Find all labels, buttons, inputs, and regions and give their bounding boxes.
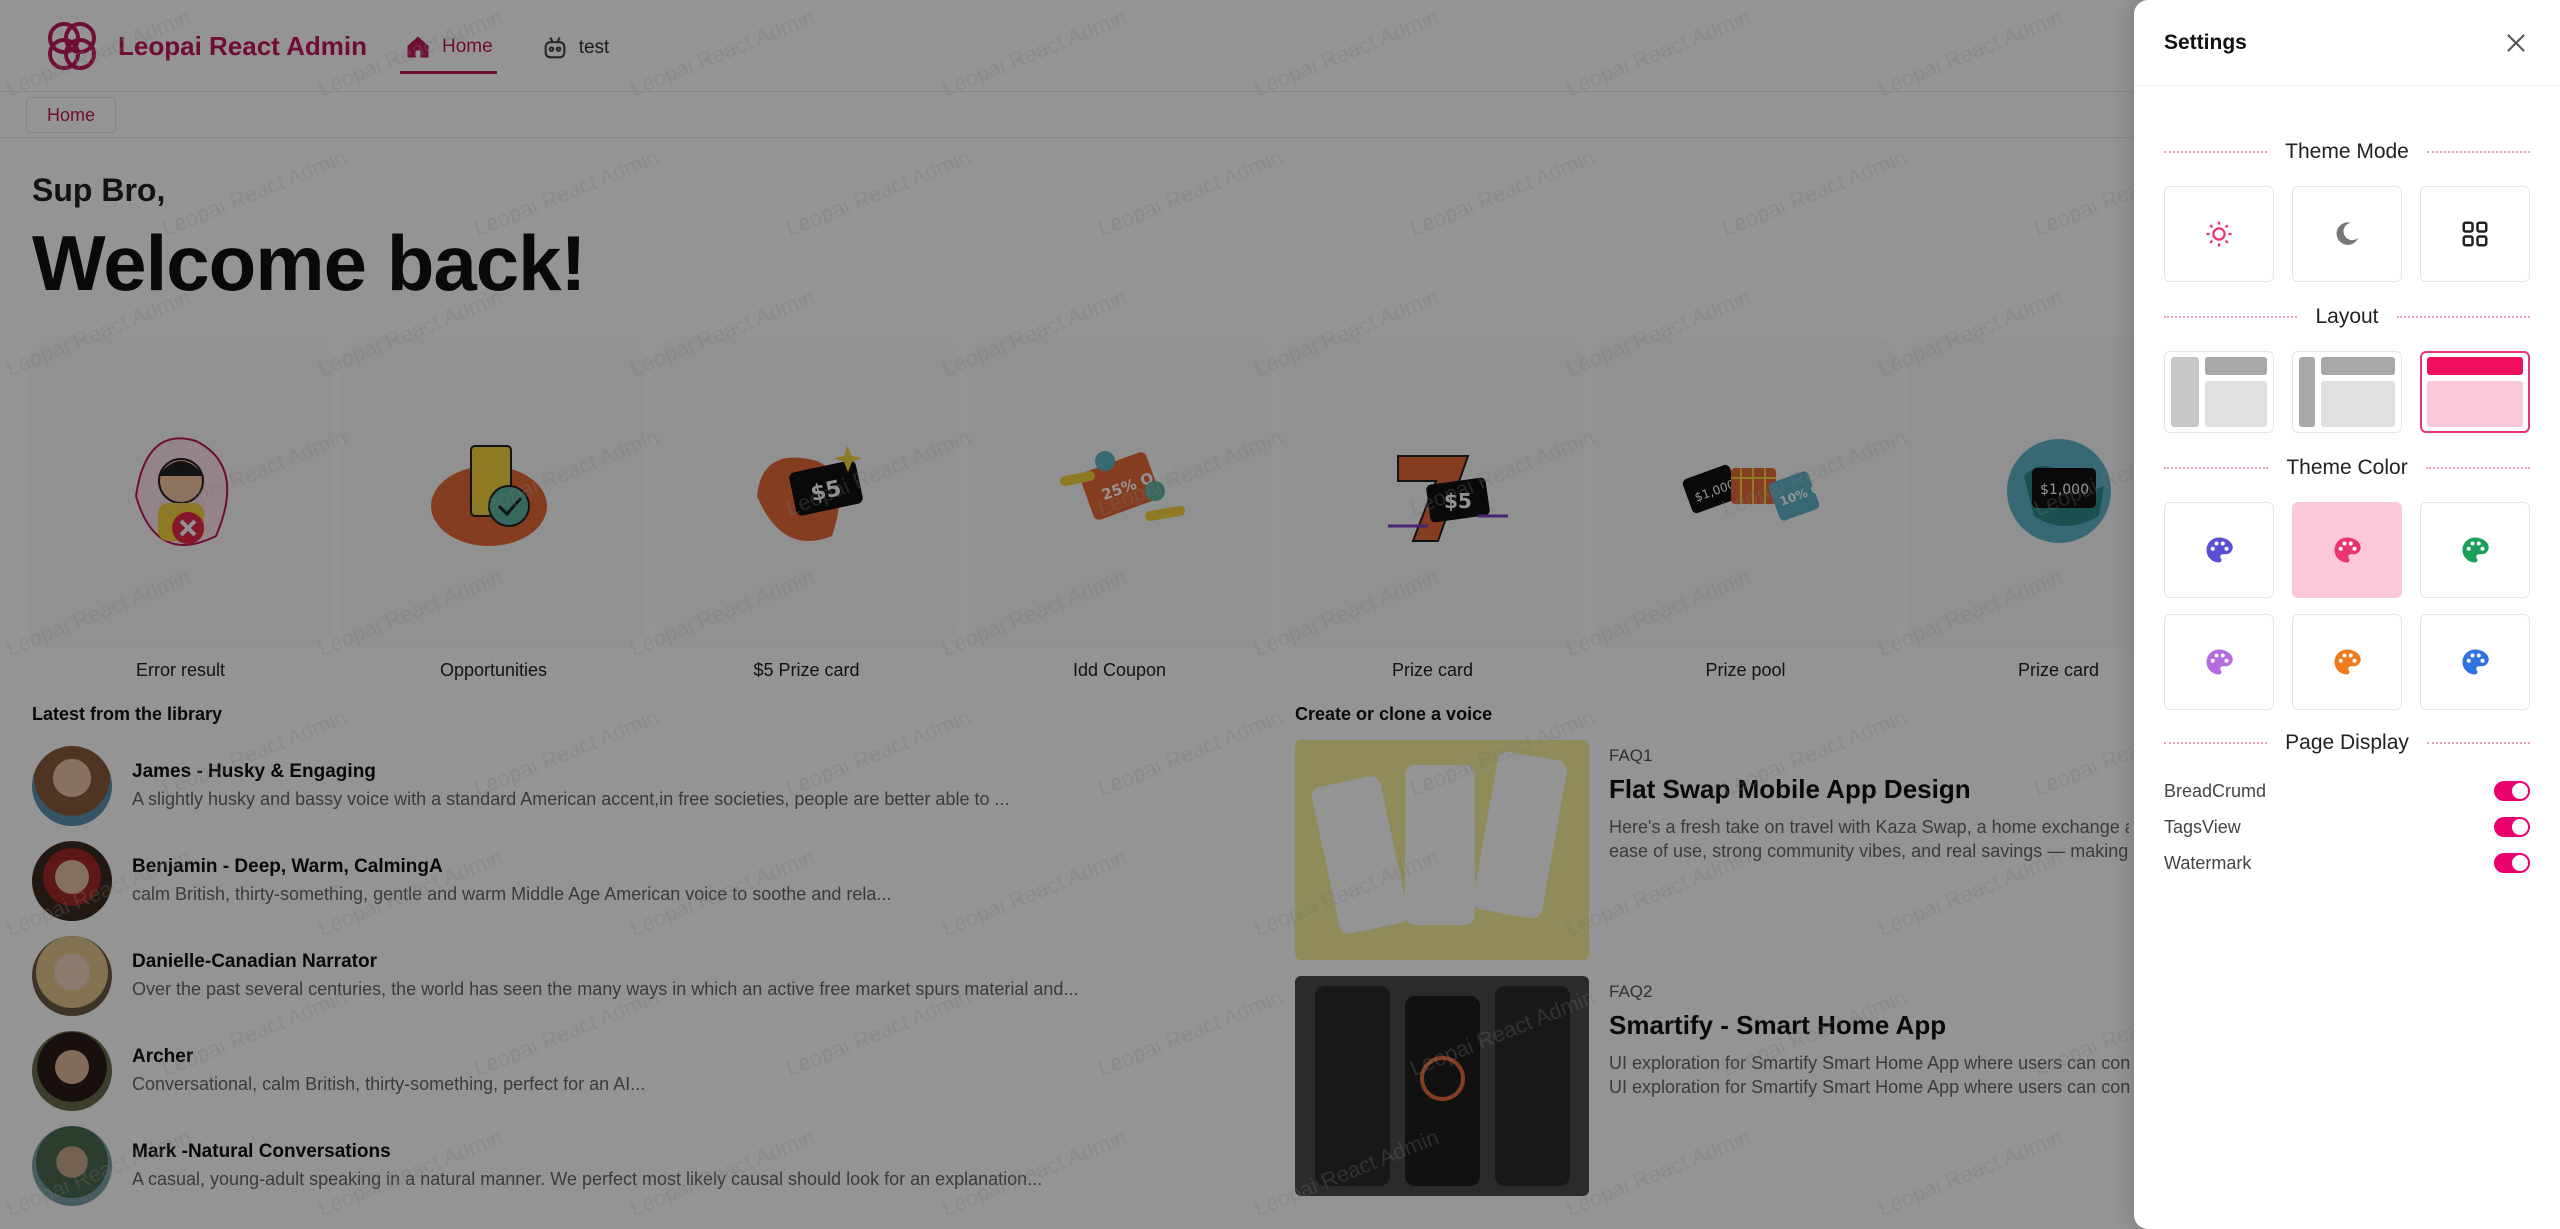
- layout-options: [2164, 351, 2530, 433]
- close-icon[interactable]: [2502, 29, 2530, 57]
- theme-mode-options: [2164, 186, 2530, 282]
- theme-color-row-1: [2164, 502, 2530, 598]
- drawer-header: Settings: [2134, 0, 2560, 86]
- toggle-label: BreadCrumd: [2164, 780, 2267, 801]
- palette-icon: [2334, 537, 2361, 563]
- layout-divider: Layout: [2164, 305, 2530, 329]
- moon-icon: [2336, 222, 2359, 245]
- settings-drawer: Settings Theme Mode Layout Theme Color P…: [2134, 0, 2560, 1229]
- toggle-row-watermark: Watermark: [2164, 845, 2530, 881]
- palette-icon: [2206, 649, 2233, 675]
- grid-icon: [2462, 221, 2488, 247]
- theme-mode-light[interactable]: [2164, 186, 2274, 282]
- breadcrumb-toggle[interactable]: [2494, 781, 2530, 801]
- layout-sidebar[interactable]: [2164, 351, 2274, 433]
- theme-color-row-2: [2164, 614, 2530, 710]
- theme-mode-label: Theme Mode: [2285, 140, 2409, 163]
- toggle-label: Watermark: [2164, 852, 2252, 873]
- palette-icon: [2334, 649, 2361, 675]
- theme-mode-dark[interactable]: [2292, 186, 2402, 282]
- theme-color-blue[interactable]: [2420, 614, 2530, 710]
- layout-top-preview: [2423, 353, 2527, 431]
- toggle-row-tagsview: TagsView: [2164, 809, 2530, 845]
- layout-label: Layout: [2315, 305, 2379, 328]
- page-display-label: Page Display: [2285, 731, 2409, 754]
- layout-sidebar-preview: [2167, 353, 2271, 431]
- theme-color-label: Theme Color: [2286, 456, 2408, 479]
- sun-icon: [2206, 221, 2232, 247]
- toggle-row-breadcrumb: BreadCrumd: [2164, 773, 2530, 809]
- layout-mixed[interactable]: [2292, 351, 2402, 433]
- palette-icon: [2206, 537, 2233, 563]
- layout-mixed-preview: [2295, 353, 2399, 431]
- theme-color-divider: Theme Color: [2164, 456, 2531, 480]
- layout-top[interactable]: [2420, 351, 2530, 433]
- tagsview-toggle[interactable]: [2494, 817, 2530, 837]
- theme-mode-system[interactable]: [2420, 186, 2530, 282]
- drawer-title: Settings: [2164, 30, 2247, 54]
- page-display-divider: Page Display: [2164, 731, 2531, 755]
- theme-mode-divider: Theme Mode: [2164, 140, 2531, 164]
- palette-icon: [2462, 649, 2489, 675]
- theme-color-pink[interactable]: [2292, 502, 2402, 598]
- theme-color-purple[interactable]: [2164, 614, 2274, 710]
- palette-icon: [2462, 537, 2489, 563]
- toggle-label: TagsView: [2164, 816, 2241, 837]
- theme-color-green[interactable]: [2420, 502, 2530, 598]
- theme-color-indigo[interactable]: [2164, 502, 2274, 598]
- theme-color-orange[interactable]: [2292, 614, 2402, 710]
- watermark-toggle[interactable]: [2494, 853, 2530, 873]
